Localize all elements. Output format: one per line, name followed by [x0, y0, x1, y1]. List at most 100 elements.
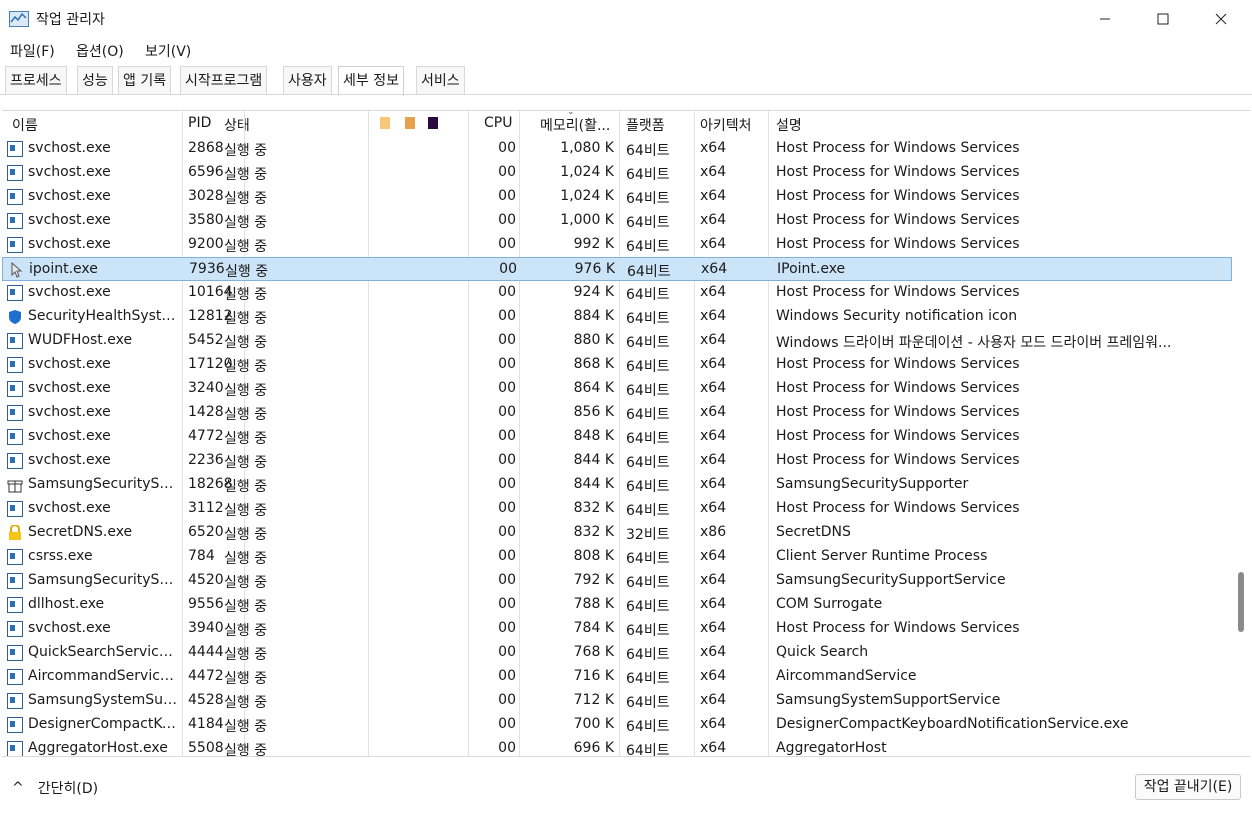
process-memory: 784 K	[573, 620, 614, 636]
process-name: svchost.exe	[28, 380, 111, 396]
tab-details[interactable]: 세부 정보	[338, 66, 404, 96]
table-row[interactable]: svchost.exe 6596 실행 중 00 1,024 K 64비트 x64 Host …	[2, 161, 1232, 185]
table-row[interactable]: svchost.exe 4772 실행 중 00 848 K 64비트 x64 Host Pr…	[2, 425, 1232, 449]
task-manager-app-icon	[9, 11, 29, 27]
column-header-description[interactable]: 설명	[776, 115, 802, 135]
table-row[interactable]: svchost.exe 17120 실행 중 00 868 K 64비트 x64 Host P…	[2, 353, 1232, 377]
process-platform: 64비트	[626, 311, 670, 327]
table-row[interactable]: svchost.exe 2236 실행 중 00 844 K 64비트 x64 Host Pr…	[2, 449, 1232, 473]
process-cpu: 00	[498, 452, 516, 468]
process-status: 실행 중	[224, 671, 268, 687]
process-name: AggregatorHost.exe	[28, 740, 168, 756]
menu-view[interactable]: 보기(V)	[145, 41, 191, 61]
menu-options[interactable]: 옵션(O)	[76, 41, 124, 61]
process-memory: 1,080 K	[560, 140, 614, 156]
table-row[interactable]: SamsungSecuritySup... 18268 실행 중 00 844 K 64비…	[2, 473, 1232, 497]
process-platform: 64비트	[626, 599, 670, 615]
process-cpu: 00	[498, 284, 516, 300]
tab-processes[interactable]: 프로세스	[5, 66, 67, 94]
process-description: AircommandService	[776, 668, 917, 684]
process-memory: 832 K	[573, 524, 614, 540]
column-header-memory[interactable]: 메모리(활...	[540, 115, 610, 135]
table-row[interactable]: svchost.exe 10164 실행 중 00 924 K 64비트 x64 Host P…	[2, 281, 1232, 305]
end-task-button[interactable]: 작업 끝내기(E)	[1135, 774, 1241, 800]
process-description: SamsungSystemSupportService	[776, 692, 1001, 708]
process-status: 실행 중	[224, 527, 268, 543]
process-architecture: x64	[700, 140, 727, 156]
process-status: 실행 중	[224, 191, 268, 207]
process-memory: 848 K	[573, 428, 614, 444]
window-icon	[7, 453, 23, 469]
table-row[interactable]: SamsungSystemSup... 4528 실행 중 00 712 K 64비트 x6…	[2, 689, 1232, 713]
vertical-scrollbar-thumb[interactable]	[1238, 572, 1244, 632]
process-status: 실행 중	[224, 407, 268, 423]
column-header-status[interactable]: 상태	[224, 115, 250, 135]
process-platform: 64비트	[626, 743, 670, 757]
table-row[interactable]: svchost.exe 9200 실행 중 00 992 K 64비트 x64 Host Pr…	[2, 233, 1232, 257]
table-row[interactable]: svchost.exe 3240 실행 중 00 864 K 64비트 x64 Host Pr…	[2, 377, 1232, 401]
tab-startup[interactable]: 시작프로그램	[180, 66, 268, 94]
close-button[interactable]	[1192, 0, 1250, 38]
table-row[interactable]: svchost.exe 3028 실행 중 00 1,024 K 64비트 x64 Host …	[2, 185, 1232, 209]
column-header-pid[interactable]: PID	[188, 115, 211, 131]
table-row[interactable]: SecurityHealthSystra... 12812 실행 중 00 884 K6…	[2, 305, 1232, 329]
table-row[interactable]: AggregatorHost.exe 5508 실행 중 00 696 K 64비트 x64…	[2, 737, 1232, 757]
process-name: dllhost.exe	[28, 596, 105, 612]
table-row[interactable]: ipoint.exe 7936 실행 중 00 976 K 64비트 x64 IPoint.e…	[2, 257, 1232, 281]
process-memory: 868 K	[573, 356, 614, 372]
process-status: 실행 중	[224, 143, 268, 159]
process-description: Host Process for Windows Services	[776, 236, 1020, 252]
table-row[interactable]: svchost.exe 2868 실행 중 00 1,080 K 64비트 x64 Host …	[2, 137, 1232, 161]
window-icon	[7, 573, 23, 589]
table-row[interactable]: svchost.exe 3112 실행 중 00 832 K 64비트 x64 Host Pr…	[2, 497, 1232, 521]
process-platform: 64비트	[626, 479, 670, 495]
process-architecture: x64	[700, 596, 727, 612]
process-cpu: 00	[498, 692, 516, 708]
title-bar[interactable]: 작업 관리자	[0, 0, 1252, 38]
window-icon	[7, 405, 23, 421]
table-row[interactable]: dllhost.exe 9556 실행 중 00 788 K 64비트 x64 COM Sur…	[2, 593, 1232, 617]
column-header-platform[interactable]: 플랫폼	[626, 115, 665, 135]
process-platform: 64비트	[626, 383, 670, 399]
footer-bar: ^ 간단히(D) 작업 끝내기(E)	[0, 766, 1252, 816]
process-platform: 64비트	[626, 575, 670, 591]
process-cpu: 00	[498, 668, 516, 684]
process-name: svchost.exe	[28, 428, 111, 444]
menu-file[interactable]: 파일(F)	[10, 41, 55, 61]
process-cpu: 00	[498, 524, 516, 540]
table-row[interactable]: WUDFHost.exe 5452 실행 중 00 880 K 64비트 x64 Window…	[2, 329, 1232, 353]
window-icon	[7, 381, 23, 397]
tab-users[interactable]: 사용자	[283, 66, 332, 94]
table-row[interactable]: svchost.exe 1428 실행 중 00 856 K 64비트 x64 Host Pr…	[2, 401, 1232, 425]
table-row[interactable]: SamsungSecuritySup... 4520 실행 중 00 792 K 64비트…	[2, 569, 1232, 593]
process-description: Windows 드라이버 파운데이션 - 사용자 모드 드라이버 프레임워...	[776, 335, 1172, 351]
minimize-button[interactable]	[1076, 0, 1134, 38]
tab-app-history[interactable]: 앱 기록	[118, 66, 172, 94]
process-description: Host Process for Windows Services	[776, 164, 1020, 180]
table-row[interactable]: svchost.exe 3580 실행 중 00 1,000 K 64비트 x64 Host …	[2, 209, 1232, 233]
window-icon	[7, 597, 23, 613]
process-architecture: x64	[700, 620, 727, 636]
tab-services[interactable]: 서비스	[416, 66, 465, 94]
fewer-details-button[interactable]: ^ 간단히(D)	[12, 778, 98, 798]
table-row[interactable]: svchost.exe 3940 실행 중 00 784 K 64비트 x64 Host Pr…	[2, 617, 1232, 641]
column-header-architecture[interactable]: 아키텍처	[700, 115, 752, 135]
table-row[interactable]: SecretDNS.exe 6520 실행 중 00 832 K 32비트 x86 Secre…	[2, 521, 1232, 545]
window-icon	[7, 165, 23, 181]
process-description: Client Server Runtime Process	[776, 548, 988, 564]
maximize-button[interactable]	[1134, 0, 1192, 38]
window-title: 작업 관리자	[36, 12, 105, 28]
table-row[interactable]: QuickSearchService.... 4444 실행 중 00 768 K 64비…	[2, 641, 1232, 665]
process-platform: 64비트	[626, 335, 670, 351]
column-header-name[interactable]: 이름	[12, 115, 38, 135]
details-table[interactable]: 이름 PID 상태 CPU ⌄ 메모리(활... 플랫폼 아키텍처 설명 svc…	[2, 110, 1250, 757]
column-header-cpu[interactable]: CPU	[484, 115, 512, 131]
table-row[interactable]: AircommandService.... 4472 실행 중 00 716 K 64비트…	[2, 665, 1232, 689]
table-row[interactable]: csrss.exe 784 실행 중 00 808 K 64비트 x64 Client Ser…	[2, 545, 1232, 569]
process-status: 실행 중	[224, 311, 268, 327]
table-row[interactable]: DesignerCompactKe... 4184 실행 중 00 700 K 64비트 x…	[2, 713, 1232, 737]
tab-performance[interactable]: 성능	[77, 66, 113, 94]
process-architecture: x64	[700, 236, 727, 252]
process-architecture: x64	[700, 212, 727, 228]
process-name: SecretDNS.exe	[28, 524, 133, 540]
